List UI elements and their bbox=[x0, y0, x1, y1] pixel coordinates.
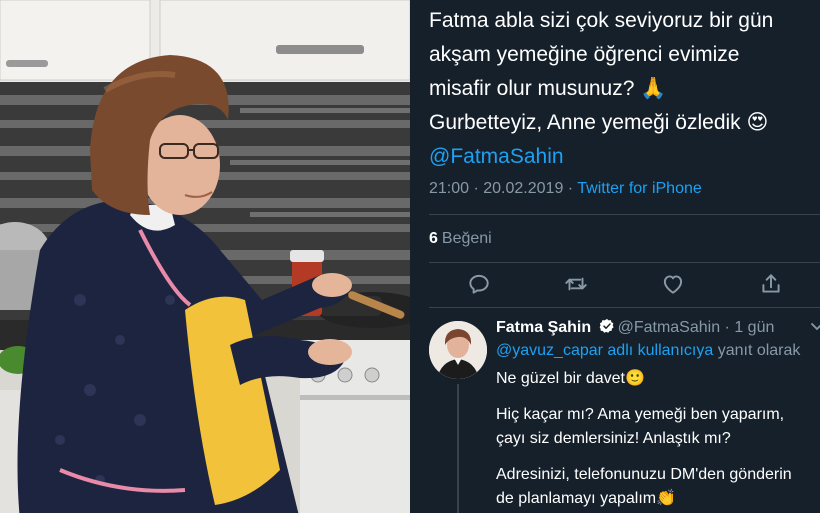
tweet-line: Fatma abla sizi çok seviyoruz bir gün bbox=[429, 9, 774, 32]
divider bbox=[429, 214, 820, 215]
reply-line: Hiç kaçar mı? Ama yemeği ben yaparım, bbox=[496, 406, 785, 423]
chevron-down-icon[interactable] bbox=[810, 320, 820, 334]
tweet-line: Gurbetteyiz, Anne yemeği özledik 😍 bbox=[429, 111, 769, 134]
reply-header: Fatma Şahin @FatmaSahin · 1 gün bbox=[496, 318, 774, 337]
reply-line: de planlamayı yapalım👏 bbox=[496, 490, 677, 507]
replying-to-suffix: yanıt olarak bbox=[713, 342, 801, 359]
reply-author-name[interactable]: Fatma Şahin bbox=[496, 319, 591, 336]
tweet-line: akşam yemeğine öğrenci evimize bbox=[429, 43, 740, 66]
tweet-client-link[interactable]: Twitter for iPhone bbox=[577, 180, 702, 197]
reply-tweet[interactable]: Fatma Şahin @FatmaSahin · 1 gün @yavuz_c… bbox=[410, 308, 820, 513]
avatar[interactable] bbox=[429, 321, 487, 379]
likes-label: Beğeni bbox=[441, 230, 492, 247]
reply-age: · 1 gün bbox=[720, 319, 775, 336]
like-icon[interactable] bbox=[660, 271, 686, 297]
reply-body: Ne güzel bir davet🙂 Hiç kaçar mı? Ama ye… bbox=[496, 367, 816, 511]
tweet-panel: Fatma abla sizi çok seviyoruz bir gün ak… bbox=[410, 0, 820, 513]
divider bbox=[429, 262, 820, 263]
reply-line: Ne güzel bir davet🙂 bbox=[496, 370, 645, 387]
replying-to-link[interactable]: @yavuz_capar adlı kullanıcıya bbox=[496, 342, 713, 359]
tweet-mention-link[interactable]: @FatmaSahin bbox=[429, 140, 809, 174]
tweet-text: Fatma abla sizi çok seviyoruz bir gün ak… bbox=[429, 4, 809, 174]
verified-badge-icon bbox=[599, 319, 614, 333]
tweet-timestamp: 21:00 · 20.02.2019 · bbox=[429, 180, 578, 197]
reply-handle[interactable]: @FatmaSahin bbox=[618, 319, 721, 336]
reply-line: Adresinizi, telefonunuzu DM'den gönderin bbox=[496, 466, 792, 483]
reply-icon[interactable] bbox=[466, 271, 492, 297]
tweet-actions bbox=[429, 271, 820, 299]
woman-cooking-photo bbox=[0, 0, 410, 513]
tweet-line: misafir olur musunuz? 🙏 bbox=[429, 77, 667, 100]
tweet-meta: 21:00 · 20.02.2019 · Twitter for iPhone bbox=[429, 180, 702, 198]
replying-to: @yavuz_capar adlı kullanıcıya yanıt olar… bbox=[496, 342, 800, 360]
reply-line: çayı siz demlersiniz! Anlaştık mı? bbox=[496, 430, 731, 447]
likes-number: 6 bbox=[429, 230, 438, 247]
likes-count[interactable]: 6 Beğeni bbox=[429, 230, 492, 248]
thread-line bbox=[457, 384, 459, 513]
share-icon[interactable] bbox=[758, 271, 784, 297]
retweet-icon[interactable] bbox=[563, 271, 589, 297]
